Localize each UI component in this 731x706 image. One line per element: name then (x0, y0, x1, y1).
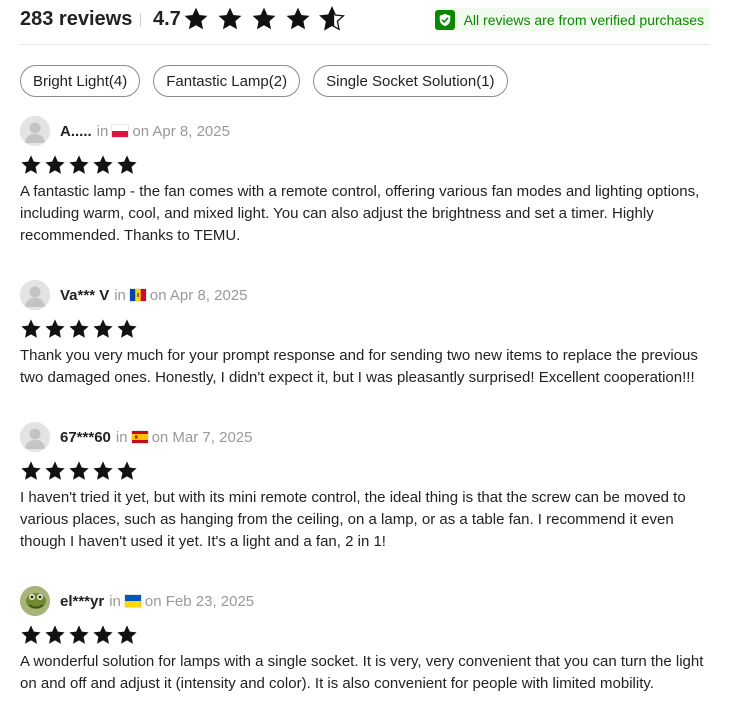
ukraine-flag-icon (124, 595, 141, 607)
review-count: 283 reviews (20, 8, 133, 30)
star-icon (20, 460, 42, 482)
review-date: on Apr 8, 2025 (149, 286, 248, 304)
star-icon (68, 154, 90, 176)
star-icon (116, 154, 138, 176)
review-rating-stars (20, 460, 140, 482)
average-rating-stars (183, 6, 353, 32)
star-icon (92, 154, 114, 176)
spain-flag-icon (131, 431, 148, 443)
avatar[interactable] (20, 586, 50, 616)
review-item: Va*** V in on Apr 8, 2025 Thank you very… (20, 280, 720, 386)
shield-check-icon (434, 9, 455, 30)
average-rating: 4.7 (153, 8, 181, 30)
review-location-label: in (114, 286, 126, 304)
review-header: 67***60 in on Mar 7, 2025 (20, 422, 720, 452)
header-divider (140, 13, 141, 27)
reviewer-name: el***yr (60, 592, 105, 610)
star-icon (20, 318, 42, 340)
reviewer-name: A..... (60, 122, 92, 140)
moldova-flag-icon (129, 289, 146, 301)
star-icon (116, 318, 138, 340)
star-icon (217, 6, 243, 32)
star-icon (116, 624, 138, 646)
star-icon (20, 154, 42, 176)
star-icon (44, 318, 66, 340)
review-header: A..... in on Apr 8, 2025 (20, 116, 720, 146)
poland-flag-icon (112, 125, 129, 137)
review-date: on Apr 8, 2025 (132, 122, 230, 140)
review-rating-stars (20, 624, 140, 646)
review-location-label: in (96, 122, 109, 140)
star-icon (44, 624, 66, 646)
half-star-icon (319, 6, 345, 32)
review-header: el***yr in on Feb 23, 2025 (20, 586, 720, 616)
avatar[interactable] (20, 116, 50, 146)
review-header: Va*** V in on Apr 8, 2025 (20, 280, 720, 310)
star-icon (183, 6, 209, 32)
review-rating-stars (20, 318, 140, 340)
tag-fantastic-lamp[interactable]: Fantastic Lamp(2) (153, 65, 301, 97)
star-icon (92, 624, 114, 646)
star-icon (251, 6, 277, 32)
review-text: A wonderful solution for lamps with a si… (20, 653, 704, 692)
star-icon (285, 6, 311, 32)
review-item: A..... in on Apr 8, 2025 A fantastic lam… (20, 116, 720, 244)
review-tag-filters: Bright Light(4) Fantastic Lamp(2) Single… (20, 65, 521, 97)
review-text: A fantastic lamp - the fan comes with a … (20, 183, 700, 244)
star-icon (92, 460, 114, 482)
star-icon (68, 318, 90, 340)
review-date: on Mar 7, 2025 (151, 428, 253, 446)
review-text: Thank you very much for your prompt resp… (20, 347, 698, 386)
avatar[interactable] (20, 422, 50, 452)
verified-purchases-text: All reviews are from verified purchases (463, 11, 704, 28)
tag-bright-light[interactable]: Bright Light(4) (20, 65, 141, 97)
review-text: I haven't tried it yet, but with its min… (20, 489, 686, 550)
star-icon (20, 624, 42, 646)
reviewer-name: 67***60 (60, 428, 111, 446)
review-date: on Feb 23, 2025 (144, 592, 255, 610)
review-location-label: in (109, 592, 121, 610)
star-icon (68, 624, 90, 646)
tag-single-socket-solution[interactable]: Single Socket Solution(1) (313, 65, 508, 97)
review-item: 67***60 in on Mar 7, 2025 I haven't trie… (20, 422, 720, 550)
reviewer-name: Va*** V (60, 286, 110, 304)
review-rating-stars (20, 154, 140, 176)
avatar[interactable] (20, 280, 50, 310)
star-icon (44, 154, 66, 176)
star-icon (92, 318, 114, 340)
star-icon (44, 460, 66, 482)
star-icon (116, 460, 138, 482)
review-location-label: in (115, 428, 128, 446)
verified-purchases-badge: All reviews are from verified purchases (434, 8, 710, 31)
review-item: el***yr in on Feb 23, 2025 A wonderful s… (20, 586, 720, 692)
reviews-header: 283 reviews 4.7 All reviews are from ver… (20, 0, 710, 45)
star-icon (68, 460, 90, 482)
